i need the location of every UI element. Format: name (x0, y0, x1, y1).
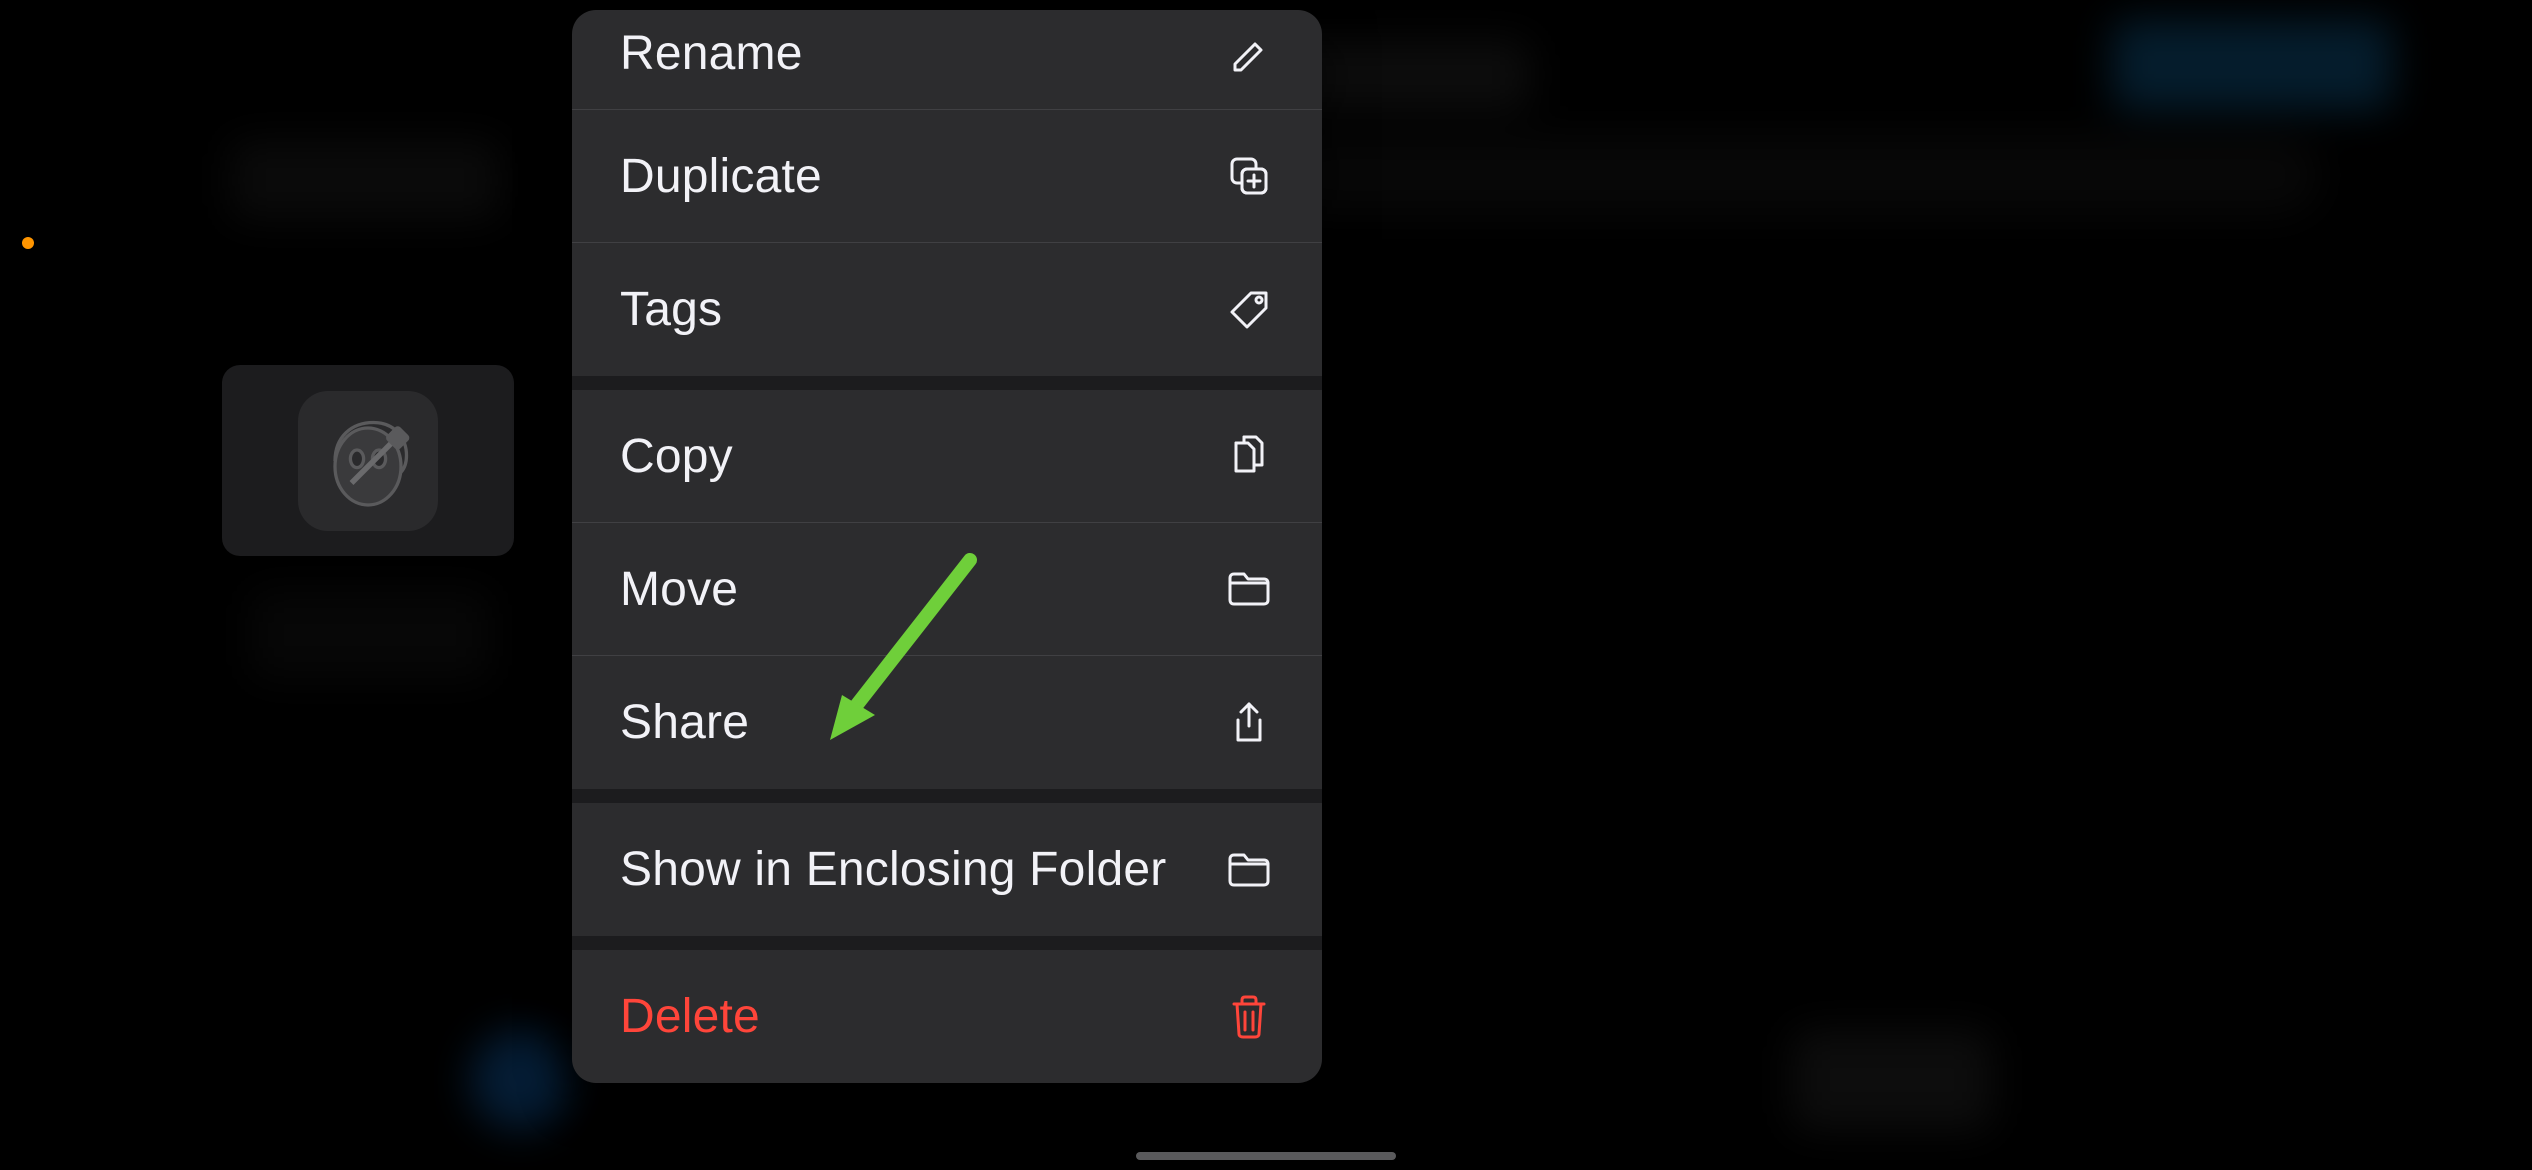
menu-label-move: Move (620, 562, 738, 617)
microphone-indicator-dot (22, 237, 34, 249)
home-indicator[interactable] (1136, 1152, 1396, 1160)
garageband-icon (298, 391, 438, 531)
copy-documents-icon (1224, 431, 1274, 481)
share-icon (1224, 698, 1274, 748)
context-menu: Rename Duplicate Tags (572, 10, 1322, 1083)
menu-item-move[interactable]: Move (572, 523, 1322, 656)
tag-icon (1224, 285, 1274, 335)
trash-icon (1224, 992, 1274, 1042)
menu-group-separator (572, 376, 1322, 390)
folder-icon (1224, 564, 1274, 614)
file-thumbnail[interactable] (222, 365, 514, 556)
menu-item-delete[interactable]: Delete (572, 950, 1322, 1083)
menu-label-tags: Tags (620, 282, 722, 337)
menu-item-share[interactable]: Share (572, 656, 1322, 789)
menu-item-show-in-enclosing-folder[interactable]: Show in Enclosing Folder (572, 803, 1322, 936)
menu-item-tags[interactable]: Tags (572, 243, 1322, 376)
folder-icon (1224, 845, 1274, 895)
menu-group-separator (572, 936, 1322, 950)
menu-item-duplicate[interactable]: Duplicate (572, 110, 1322, 243)
menu-label-share: Share (620, 695, 749, 750)
menu-group-separator (572, 789, 1322, 803)
menu-label-copy: Copy (620, 429, 733, 484)
menu-label-rename: Rename (620, 26, 803, 81)
menu-item-copy[interactable]: Copy (572, 390, 1322, 523)
menu-label-duplicate: Duplicate (620, 149, 822, 204)
menu-item-rename[interactable]: Rename (572, 10, 1322, 110)
pencil-icon (1224, 31, 1274, 81)
menu-label-show-in-enclosing-folder: Show in Enclosing Folder (620, 842, 1166, 897)
duplicate-icon (1224, 151, 1274, 201)
menu-label-delete: Delete (620, 989, 760, 1044)
